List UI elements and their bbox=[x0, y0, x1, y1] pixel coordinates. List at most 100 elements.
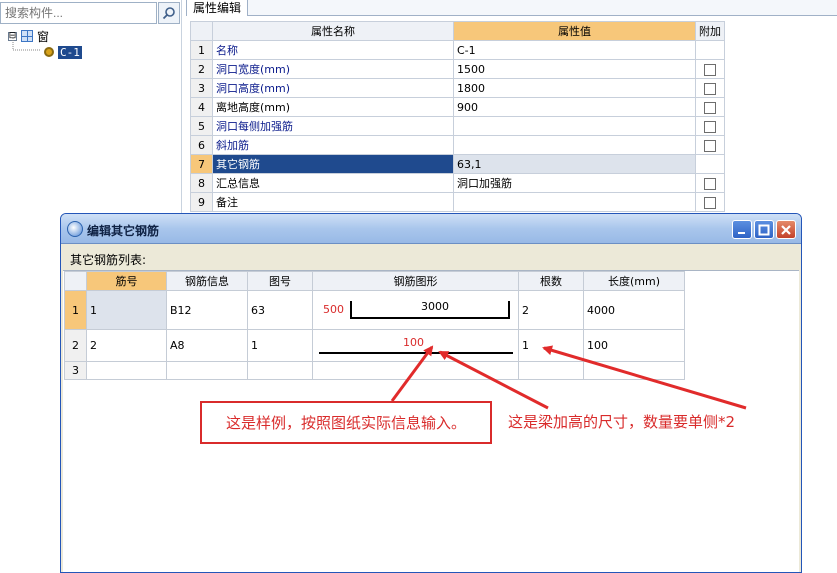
row-number-header bbox=[64, 271, 87, 291]
table-row[interactable]: 1 名称 C-1 bbox=[190, 40, 725, 60]
figure-number-header: 图号 bbox=[247, 271, 313, 291]
rebar-list-label: 其它钢筋列表: bbox=[70, 253, 147, 267]
minimize-button[interactable] bbox=[732, 220, 752, 239]
property-value[interactable]: 900 bbox=[453, 97, 696, 117]
dialog-title: 编辑其它钢筋 bbox=[87, 224, 160, 238]
table-row-selected[interactable]: 1 1 B12 63 500 3000 2 4000 bbox=[64, 290, 685, 330]
table-row[interactable]: 9 备注 bbox=[190, 192, 725, 212]
rebar-table: 筋号 钢筋信息 图号 钢筋图形 根数 长度(mm) 1 1 B12 63 500… bbox=[64, 271, 685, 380]
tab-property-edit[interactable]: 属性编辑 bbox=[186, 0, 249, 16]
property-name: 其它钢筋 bbox=[212, 154, 454, 174]
count-cell[interactable]: 1 bbox=[518, 329, 584, 362]
table-row[interactable]: 2 2 A8 1 100 1 100 bbox=[64, 329, 685, 362]
count-header: 根数 bbox=[518, 271, 584, 291]
info-cell[interactable]: A8 bbox=[166, 329, 248, 362]
annotation-height-note: 这是梁加高的尺寸，数量要单侧*2 bbox=[508, 413, 736, 431]
figure-number-cell[interactable]: 1 bbox=[247, 329, 313, 362]
property-name: 斜加筋 bbox=[212, 135, 454, 155]
search-button[interactable] bbox=[158, 2, 180, 24]
shape-mid-label: 100 bbox=[403, 336, 424, 349]
property-name: 离地高度(mm) bbox=[212, 97, 454, 117]
table-row[interactable]: 6 斜加筋 bbox=[190, 135, 725, 155]
property-name: 名称 bbox=[212, 40, 454, 60]
length-cell[interactable]: 100 bbox=[583, 329, 685, 362]
shape-cell[interactable]: 500 3000 bbox=[312, 290, 519, 330]
shape-cell[interactable] bbox=[312, 361, 519, 380]
row-number: 3 bbox=[64, 361, 87, 380]
row-number-header bbox=[190, 21, 213, 41]
row-number: 2 bbox=[64, 329, 87, 362]
info-cell[interactable] bbox=[166, 361, 248, 380]
add-checkbox[interactable] bbox=[704, 101, 716, 114]
property-value[interactable]: 洞口加强筋 bbox=[453, 173, 696, 193]
property-add-cell bbox=[695, 40, 725, 60]
dialog-titlebar[interactable]: 编辑其它钢筋 bbox=[61, 214, 801, 244]
table-row[interactable]: 5 洞口每侧加强筋 bbox=[190, 116, 725, 136]
property-table: 属性名称 属性值 附加 1 名称 C-1 2 洞口宽度(mm) 1500 3 洞… bbox=[190, 21, 725, 212]
table-row[interactable]: 4 离地高度(mm) 900 bbox=[190, 97, 725, 117]
length-cell[interactable]: 4000 bbox=[583, 290, 685, 330]
property-value-header: 属性值 bbox=[453, 21, 696, 41]
annotation-sample-note: 这是样例，按照图纸实际信息输入。 bbox=[200, 401, 492, 444]
add-checkbox[interactable] bbox=[704, 196, 716, 209]
property-name: 洞口高度(mm) bbox=[212, 78, 454, 98]
property-value[interactable] bbox=[453, 116, 696, 136]
search-input[interactable] bbox=[0, 2, 157, 24]
row-number: 4 bbox=[190, 97, 213, 117]
table-row[interactable]: 8 汇总信息 洞口加强筋 bbox=[190, 173, 725, 193]
table-row[interactable]: 2 洞口宽度(mm) 1500 bbox=[190, 59, 725, 79]
row-number: 1 bbox=[190, 40, 213, 60]
edit-other-rebar-dialog: 编辑其它钢筋 其它钢筋列表: 筋号 钢筋信息 图号 钢筋图形 根数 长度(mm)… bbox=[60, 213, 802, 573]
minimize-icon bbox=[738, 231, 745, 234]
add-checkbox[interactable] bbox=[704, 82, 716, 95]
info-cell[interactable]: B12 bbox=[166, 290, 248, 330]
shape-cell[interactable]: 100 bbox=[312, 329, 519, 362]
rebar-shape-drawing bbox=[319, 352, 513, 354]
row-number: 9 bbox=[190, 192, 213, 212]
row-number: 2 bbox=[190, 59, 213, 79]
maximize-button[interactable] bbox=[754, 220, 774, 239]
length-cell[interactable] bbox=[583, 361, 685, 380]
figure-number-cell[interactable] bbox=[247, 361, 313, 380]
table-row[interactable]: 3 洞口高度(mm) 1800 bbox=[190, 78, 725, 98]
close-button[interactable] bbox=[776, 220, 796, 239]
table-row[interactable]: 3 bbox=[64, 361, 685, 380]
property-value[interactable]: 63,1 bbox=[453, 154, 696, 174]
property-value[interactable]: C-1 bbox=[453, 40, 696, 60]
info-header: 钢筋信息 bbox=[166, 271, 248, 291]
code-cell[interactable]: 2 bbox=[86, 329, 167, 362]
count-cell[interactable]: 2 bbox=[518, 290, 584, 330]
count-cell[interactable] bbox=[518, 361, 584, 380]
property-name: 洞口每侧加强筋 bbox=[212, 116, 454, 136]
row-number: 7 bbox=[190, 154, 213, 174]
property-value[interactable]: 1500 bbox=[453, 59, 696, 79]
property-value[interactable]: 1800 bbox=[453, 78, 696, 98]
table-row-selected[interactable]: 7 其它钢筋 63,1 bbox=[190, 154, 725, 174]
row-number: 5 bbox=[190, 116, 213, 136]
row-number: 6 bbox=[190, 135, 213, 155]
tree-node-c1[interactable]: C-1 bbox=[44, 44, 82, 60]
property-add-header: 附加 bbox=[695, 21, 725, 41]
search-icon bbox=[162, 7, 175, 20]
length-header: 长度(mm) bbox=[583, 271, 685, 291]
gear-icon bbox=[44, 47, 54, 57]
property-name: 汇总信息 bbox=[212, 173, 454, 193]
shape-left-label: 500 bbox=[323, 303, 344, 316]
add-checkbox[interactable] bbox=[704, 139, 716, 152]
add-checkbox[interactable] bbox=[704, 120, 716, 133]
figure-number-cell[interactable]: 63 bbox=[247, 290, 313, 330]
rebar-shape-drawing bbox=[350, 301, 510, 319]
add-checkbox[interactable] bbox=[704, 63, 716, 76]
row-number: 1 bbox=[64, 290, 87, 330]
property-value[interactable] bbox=[453, 192, 696, 212]
tree-node-label-selected: C-1 bbox=[58, 45, 82, 59]
code-cell[interactable] bbox=[86, 361, 167, 380]
code-header: 筋号 bbox=[86, 271, 167, 291]
property-tab-bar: 属性编辑 bbox=[186, 0, 837, 16]
property-name: 备注 bbox=[212, 192, 454, 212]
code-cell[interactable]: 1 bbox=[86, 290, 167, 330]
row-number: 8 bbox=[190, 173, 213, 193]
shape-header: 钢筋图形 bbox=[312, 271, 519, 291]
add-checkbox[interactable] bbox=[704, 177, 716, 190]
property-value[interactable] bbox=[453, 135, 696, 155]
